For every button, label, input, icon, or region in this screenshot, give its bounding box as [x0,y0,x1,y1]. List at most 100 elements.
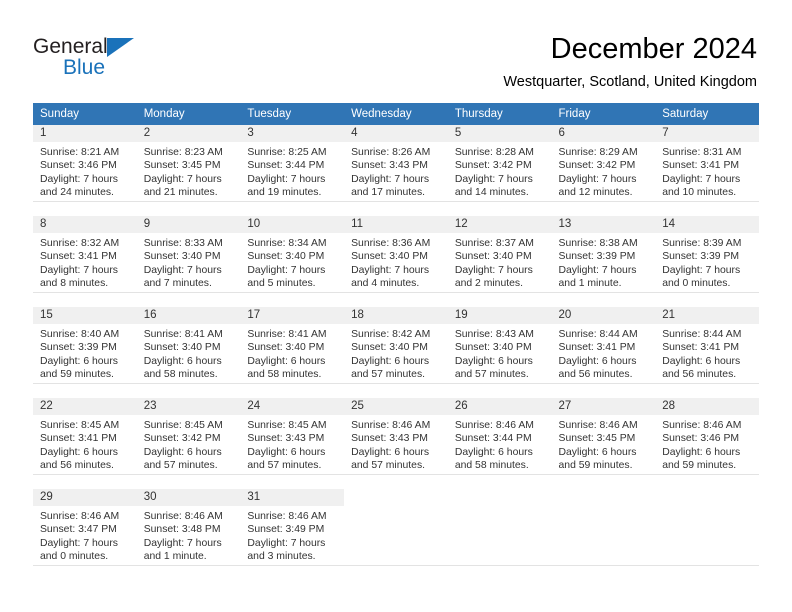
calendar-day-cell[interactable]: 9 Sunrise: 8:33 AM Sunset: 3:40 PM Daylight… [136,216,241,293]
calendar-day-cell[interactable]: 18 Sunrise: 8:42 AM Sunset: 3:40 PM Dayligh… [344,307,448,384]
page-header: General Blue December 2024 Westquarter, … [0,0,792,103]
daylight-text-line1: Daylight: 6 hours [662,355,741,367]
sunrise-text: Sunrise: 8:46 AM [662,420,742,431]
sunrise-text: Sunrise: 8:46 AM [40,511,120,522]
calendar-day-cell[interactable]: 23 Sunrise: 8:45 AM Sunset: 3:42 PM Dayligh… [136,398,241,475]
weekday-header-wednesday: Wednesday [344,103,448,125]
day-number: 16 [143,309,157,321]
daylight-text-line1: Daylight: 6 hours [40,446,118,458]
calendar-day-cell[interactable]: 4 Sunrise: 8:26 AM Sunset: 3:43 PM Daylight… [344,125,448,202]
calendar-day-cell[interactable]: 11 Sunrise: 8:36 AM Sunset: 3:40 PM Dayligh… [344,216,448,293]
sunset-text: Sunset: 3:46 PM [662,433,740,445]
daylight-text-line2: and 59 minutes. [558,460,633,472]
sunset-text: Sunset: 3:49 PM [247,524,325,536]
logo-text-general: General [33,35,108,58]
daylight-text-line1: Daylight: 6 hours [351,355,430,367]
day-number: 23 [143,400,157,412]
sunset-text: Sunset: 3:41 PM [558,342,636,354]
sunrise-text: Sunrise: 8:34 AM [247,238,327,249]
calendar-day-cell[interactable]: 21 Sunrise: 8:44 AM Sunset: 3:41 PM Dayligh… [655,307,759,384]
daylight-text-line1: Daylight: 7 hours [143,264,222,276]
day-number: 10 [247,218,261,230]
sunset-text: Sunset: 3:45 PM [558,433,636,445]
weekday-header-friday: Friday [551,103,656,125]
day-number: 22 [40,400,53,412]
daylight-text-line1: Daylight: 7 hours [558,264,637,276]
calendar-day-cell[interactable]: 25 Sunrise: 8:46 AM Sunset: 3:43 PM Dayligh… [344,398,448,475]
calendar-day-cell[interactable]: 6 Sunrise: 8:29 AM Sunset: 3:42 PM Daylight… [551,125,656,202]
day-number: 20 [558,309,572,321]
calendar-day-cell[interactable]: 29 Sunrise: 8:46 AM Sunset: 3:47 PM Dayligh… [33,489,137,566]
calendar-day-cell[interactable]: 28 Sunrise: 8:46 AM Sunset: 3:46 PM Dayligh… [655,398,759,475]
daylight-text-line1: Daylight: 7 hours [247,264,326,276]
weekday-header-saturday: Saturday [655,103,759,125]
weekday-header-monday: Monday [136,103,241,125]
calendar-table: Sunday Monday Tuesday Wednesday Thursday… [33,103,759,566]
calendar-day-cell[interactable]: 17 Sunrise: 8:41 AM Sunset: 3:40 PM Dayligh… [240,307,345,384]
weekday-header-tuesday: Tuesday [240,103,345,125]
sunrise-text: Sunrise: 8:39 AM [662,238,742,249]
sunrise-text: Sunrise: 8:41 AM [143,329,223,340]
sunset-text: Sunset: 3:40 PM [247,342,325,354]
sunset-text: Sunset: 3:40 PM [454,342,532,354]
day-number: 19 [454,309,468,321]
sunrise-text: Sunrise: 8:45 AM [247,420,327,431]
day-number: 3 [247,127,254,139]
calendar-day-cell[interactable]: 30 Sunrise: 8:46 AM Sunset: 3:48 PM Dayligh… [136,489,241,566]
calendar-day-cell-empty [447,489,552,566]
sunset-text: Sunset: 3:39 PM [40,342,117,354]
sunrise-text: Sunrise: 8:46 AM [454,420,534,431]
calendar-day-cell[interactable]: 5 Sunrise: 8:28 AM Sunset: 3:42 PM Daylight… [447,125,552,202]
sunrise-text: Sunrise: 8:46 AM [247,511,327,522]
sunrise-text: Sunrise: 8:21 AM [40,147,120,158]
daylight-text-line1: Daylight: 7 hours [351,173,430,185]
calendar-day-cell[interactable]: 13 Sunrise: 8:38 AM Sunset: 3:39 PM Dayligh… [551,216,656,293]
calendar-day-cell[interactable]: 20 Sunrise: 8:44 AM Sunset: 3:41 PM Dayligh… [551,307,656,384]
calendar-day-cell[interactable]: 3 Sunrise: 8:25 AM Sunset: 3:44 PM Daylight… [240,125,345,202]
daylight-text-line1: Daylight: 7 hours [143,173,222,185]
sunset-text: Sunset: 3:40 PM [351,342,428,354]
calendar-day-cell[interactable]: 14 Sunrise: 8:39 AM Sunset: 3:39 PM Dayligh… [655,216,759,293]
calendar-day-cell[interactable]: 7 Sunrise: 8:31 AM Sunset: 3:41 PM Daylight… [655,125,759,202]
calendar-day-cell[interactable]: 31 Sunrise: 8:46 AM Sunset: 3:49 PM Dayligh… [240,489,345,566]
calendar-day-cell[interactable]: 19 Sunrise: 8:43 AM Sunset: 3:40 PM Dayligh… [447,307,552,384]
calendar-page: General Blue December 2024 Westquarter, … [0,0,792,612]
sunrise-text: Sunrise: 8:36 AM [351,238,431,249]
calendar-day-cell[interactable]: 22 Sunrise: 8:45 AM Sunset: 3:41 PM Dayligh… [33,398,137,475]
sunset-text: Sunset: 3:48 PM [143,524,221,536]
calendar-day-cell[interactable]: 16 Sunrise: 8:41 AM Sunset: 3:40 PM Dayligh… [136,307,241,384]
daylight-text-line1: Daylight: 6 hours [454,446,533,458]
sunrise-text: Sunrise: 8:42 AM [351,329,431,340]
day-number: 4 [351,127,358,139]
sunrise-text: Sunrise: 8:41 AM [247,329,327,340]
sunrise-text: Sunrise: 8:44 AM [558,329,638,340]
calendar-day-cell[interactable]: 12 Sunrise: 8:37 AM Sunset: 3:40 PM Dayligh… [447,216,552,293]
daylight-text-line2: and 8 minutes. [40,278,109,290]
calendar-day-cell[interactable]: 24 Sunrise: 8:45 AM Sunset: 3:43 PM Dayligh… [240,398,345,475]
day-number: 5 [454,127,462,139]
daylight-text-line1: Daylight: 6 hours [143,446,222,458]
week-spacer [33,474,759,489]
daylight-text-line1: Daylight: 7 hours [662,173,741,185]
sunrise-text: Sunrise: 8:31 AM [662,147,742,158]
sunset-text: Sunset: 3:43 PM [247,433,325,445]
calendar-day-cell[interactable]: 10 Sunrise: 8:34 AM Sunset: 3:40 PM Dayligh… [240,216,345,293]
calendar-day-cell[interactable]: 26 Sunrise: 8:46 AM Sunset: 3:44 PM Dayligh… [447,398,552,475]
daylight-text-line2: and 17 minutes. [351,187,426,199]
calendar-day-cell[interactable]: 27 Sunrise: 8:46 AM Sunset: 3:45 PM Dayligh… [551,398,656,475]
daylight-text-line2: and 21 minutes. [143,187,218,199]
calendar-day-cell[interactable]: 8 Sunrise: 8:32 AM Sunset: 3:41 PM Daylight… [33,216,137,293]
daylight-text-line2: and 10 minutes. [662,187,737,199]
daylight-text-line1: Daylight: 6 hours [662,446,741,458]
daylight-text-line1: Daylight: 7 hours [40,264,118,276]
general-blue-logo[interactable]: General Blue [33,36,213,84]
daylight-text-line1: Daylight: 7 hours [558,173,637,185]
calendar-day-cell[interactable]: 1 Sunrise: 8:21 AM Sunset: 3:46 PM Daylight… [33,125,137,202]
calendar-day-cell[interactable]: 2 Sunrise: 8:23 AM Sunset: 3:45 PM Daylight… [136,125,241,202]
sunrise-text: Sunrise: 8:23 AM [143,147,223,158]
sunset-text: Sunset: 3:40 PM [247,251,325,263]
calendar-day-cell[interactable]: 15 Sunrise: 8:40 AM Sunset: 3:39 PM Dayligh… [33,307,137,384]
daylight-text-line2: and 57 minutes. [143,460,218,472]
daylight-text-line1: Daylight: 7 hours [143,537,222,549]
sunrise-text: Sunrise: 8:32 AM [40,238,120,249]
